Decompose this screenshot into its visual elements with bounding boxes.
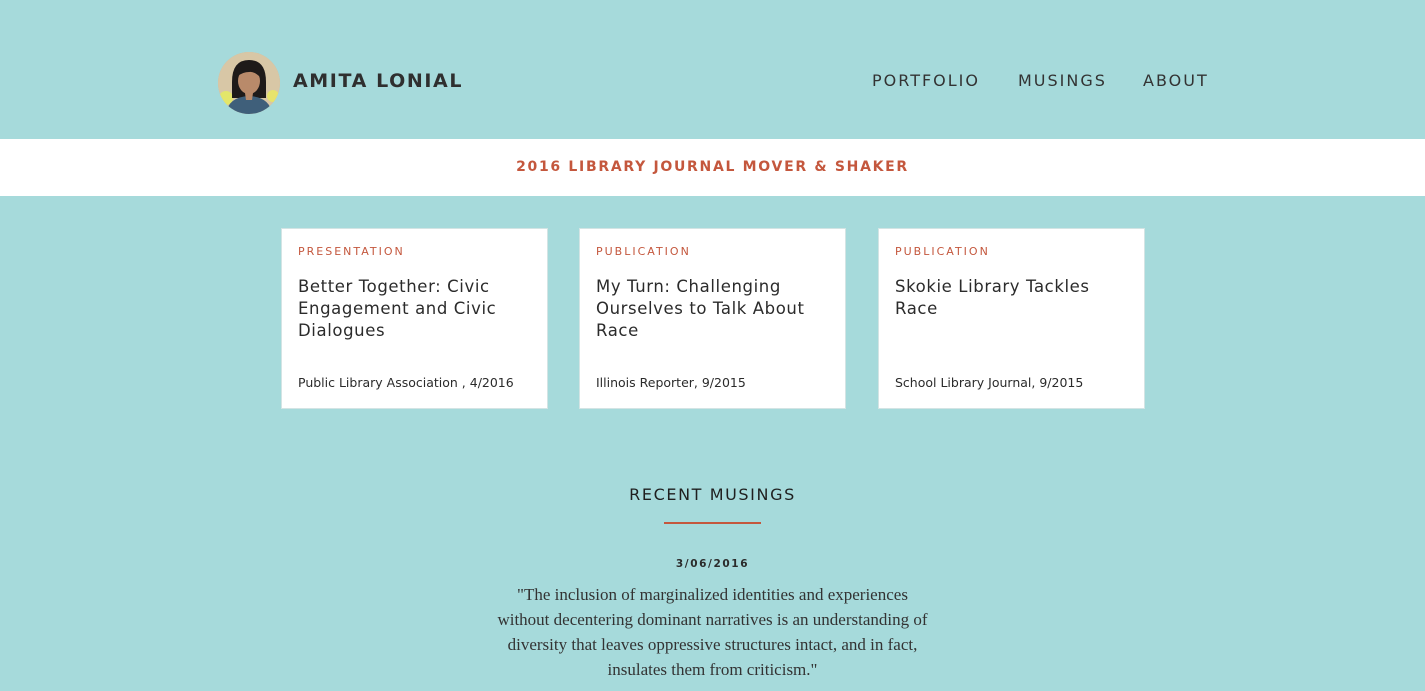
card-source: School Library Journal, 9/2015 [895,375,1084,390]
portfolio-card[interactable]: PUBLICATION Skokie Library Tackles Race … [878,228,1145,409]
musing-quote[interactable]: "The inclusion of marginalized identitie… [490,582,935,682]
announcement-banner: 2016 LIBRARY JOURNAL MOVER & SHAKER [0,139,1425,196]
nav-musings[interactable]: MUSINGS [1018,70,1107,92]
portfolio-card[interactable]: PUBLICATION My Turn: Challenging Ourselv… [579,228,846,409]
avatar-portrait [218,52,280,114]
card-source: Illinois Reporter, 9/2015 [596,375,746,390]
portfolio-card[interactable]: PRESENTATION Better Together: Civic Enga… [281,228,548,409]
banner-link[interactable]: 2016 LIBRARY JOURNAL MOVER & SHAKER [0,139,1425,196]
avatar[interactable] [218,52,280,114]
card-title[interactable]: My Turn: Challenging Ourselves to Talk A… [596,276,826,342]
card-type-label: PUBLICATION [895,245,990,258]
nav-about[interactable]: ABOUT [1143,70,1209,92]
musing-date: 3/06/2016 [675,558,750,570]
heading-divider [664,522,761,524]
site-header: AMITA LONIAL PORTFOLIO MUSINGS ABOUT [0,0,1425,139]
card-source: Public Library Association , 4/2016 [298,375,514,390]
card-type-label: PRESENTATION [298,245,405,258]
card-title[interactable]: Better Together: Civic Engagement and Ci… [298,276,528,342]
site-title[interactable]: AMITA LONIAL [293,68,463,94]
recent-musings-heading: RECENT MUSINGS [629,485,796,504]
nav-portfolio[interactable]: PORTFOLIO [872,70,980,92]
card-type-label: PUBLICATION [596,245,691,258]
card-title[interactable]: Skokie Library Tackles Race [895,276,1125,320]
